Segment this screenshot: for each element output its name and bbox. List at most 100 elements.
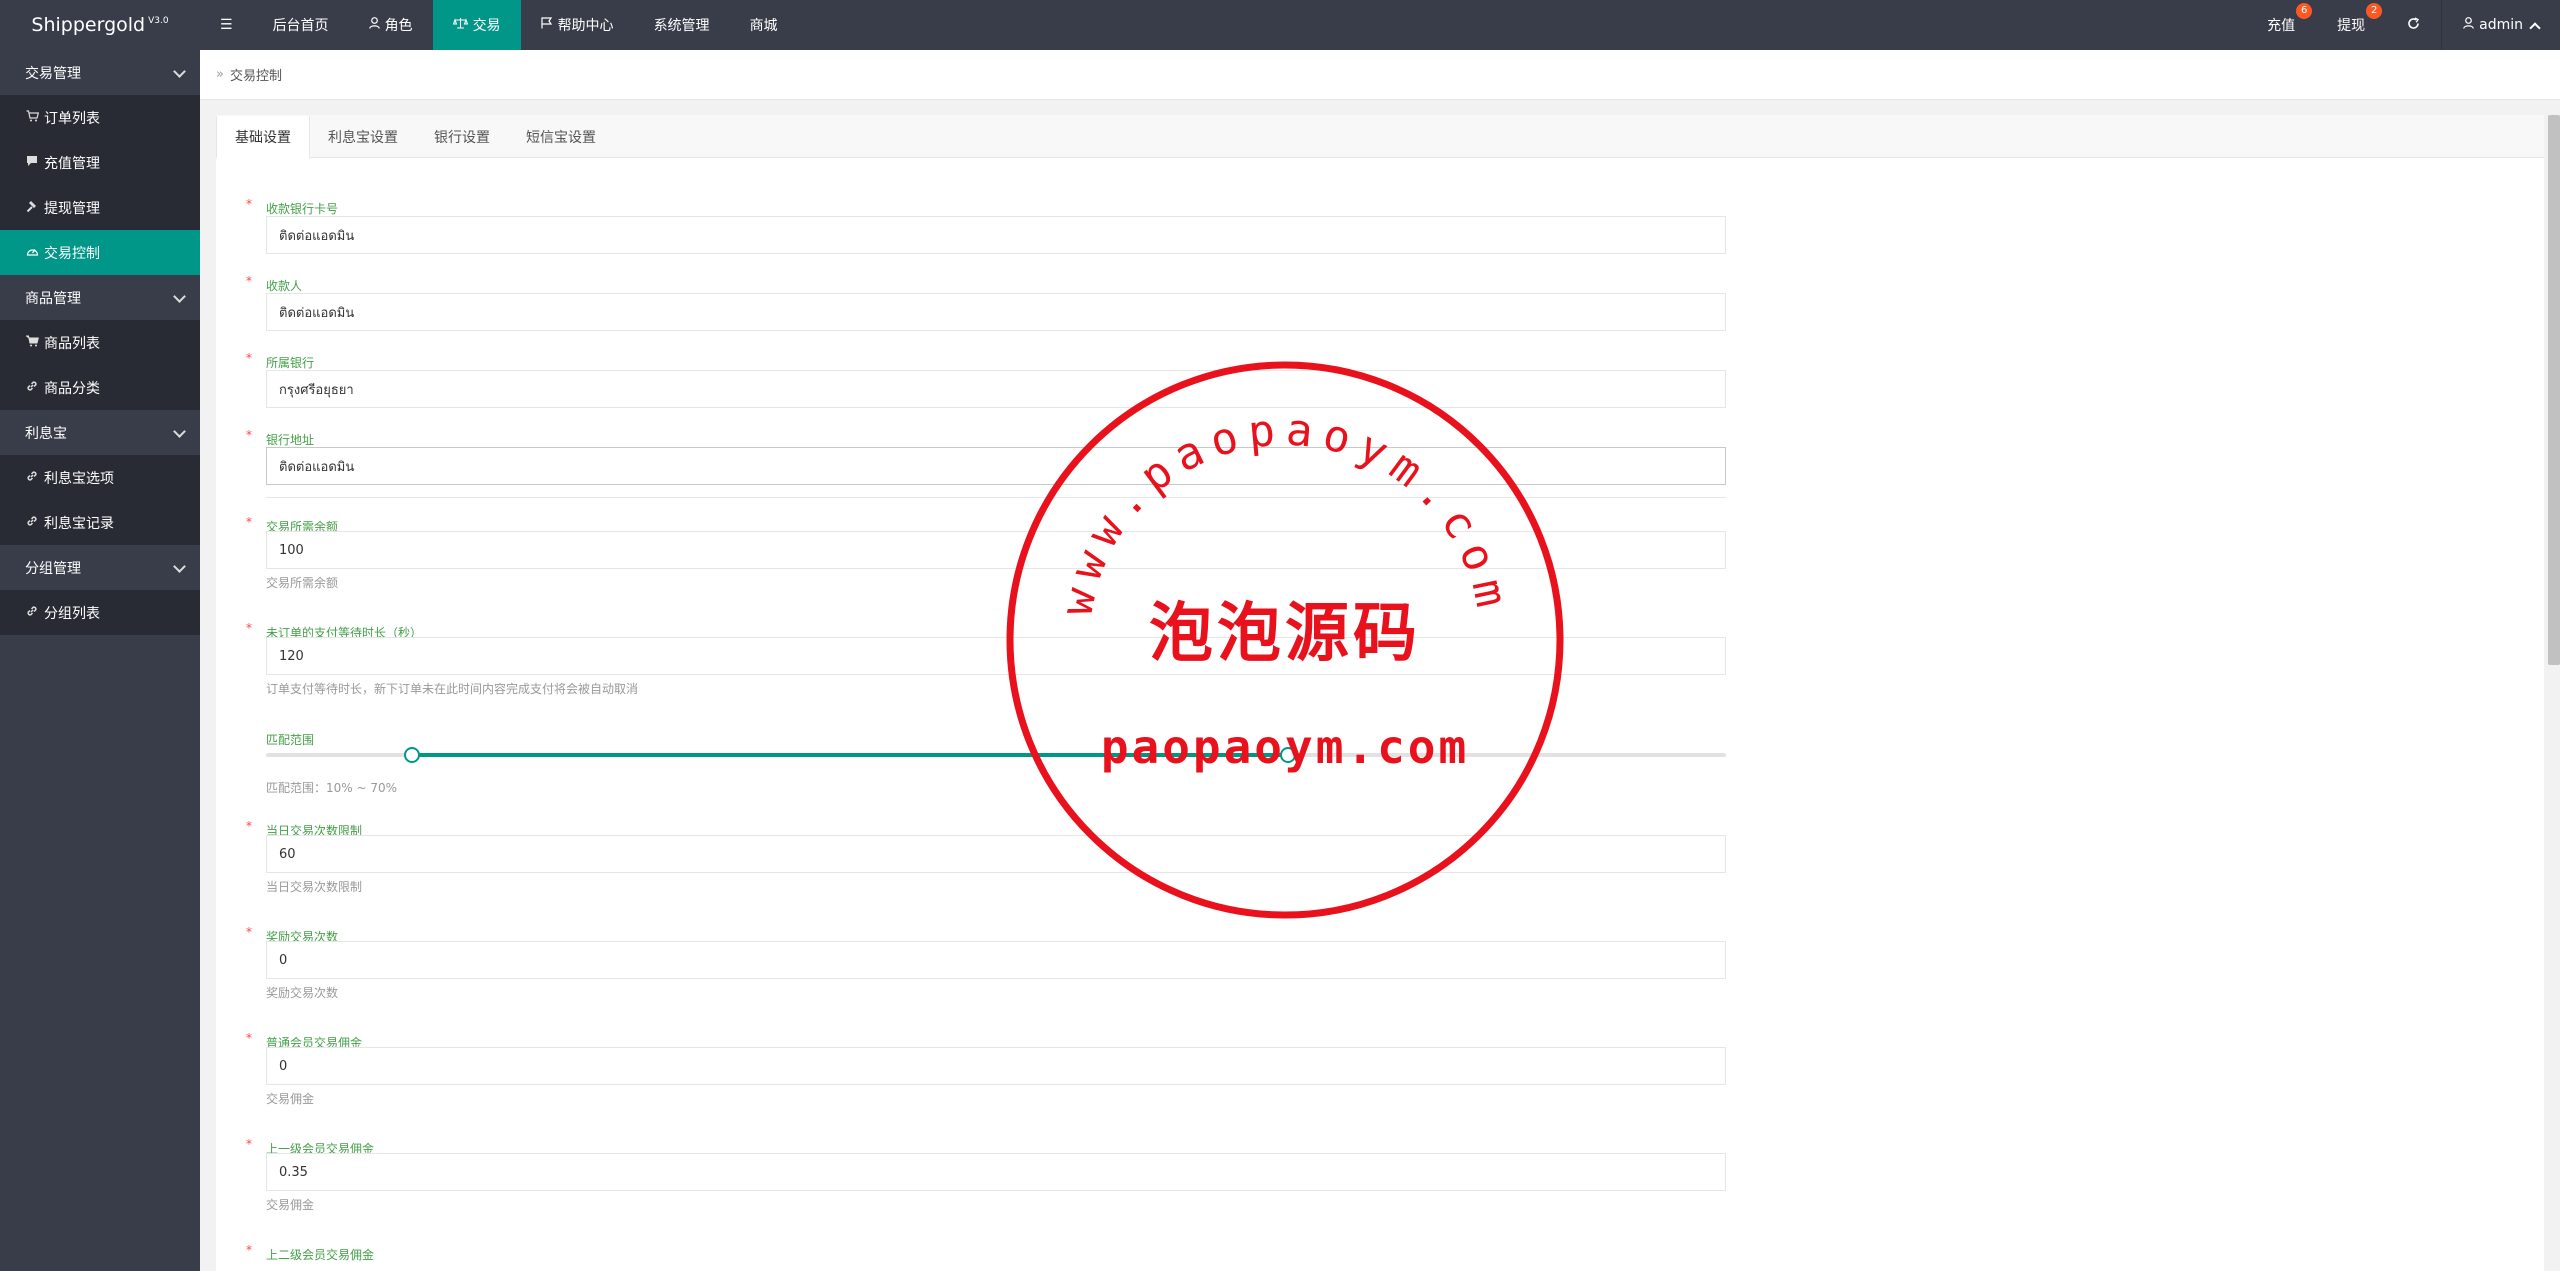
sidebar-item-label: 商品分类 [44,380,100,397]
field-payee: * 收款人 ติดต่อแอดมิน [246,274,1726,331]
nav-help[interactable]: 帮助中心 [521,0,634,50]
tab-basic-settings[interactable]: 基础设置 [216,116,310,159]
user-icon [2463,17,2474,33]
sidebar-item-label: 商品列表 [44,335,100,352]
brand-name: Shippergold [31,14,146,36]
required-mark: * [246,925,252,939]
level1-commission-input[interactable]: 0.35 [266,1153,1726,1191]
slider-handle-max[interactable] [1280,747,1296,763]
sidebar-group-label: 分组管理 [25,560,81,577]
cart-icon [24,335,39,351]
field-match-range: 匹配范围 匹配范围：10% ~ 70% [256,731,1726,795]
sidebar-item-label: 交易控制 [44,245,100,262]
field-bank-card: * 收款银行卡号 ติดต่อแอดมิน [246,197,1726,254]
sidebar-item-recharge[interactable]: 充值管理 [0,140,200,185]
sidebar-group-groups[interactable]: 分组管理 [0,545,200,590]
sidebar-item-goods-category[interactable]: 商品分类 [0,365,200,410]
brand-version: V3.0 [148,16,169,26]
tab-bank-settings[interactable]: 银行设置 [416,115,508,158]
match-range-slider[interactable] [266,747,1726,763]
nav-home[interactable]: 后台首页 [253,0,349,50]
menu-toggle-button[interactable]: ☰ [200,0,253,50]
chevron-down-icon [173,425,186,438]
field-hint: 交易佣金 [266,1198,315,1212]
payee-input[interactable]: ติดต่อแอดมิน [266,293,1726,331]
chevron-down-icon [173,560,186,573]
cart-icon [25,109,39,126]
nav-role-label: 角色 [384,18,413,34]
withdraw-badge: 2 [2366,3,2383,19]
nav-mall[interactable]: 商城 [730,0,798,50]
field-hint: 交易所需余额 [266,576,339,590]
nav-trade[interactable]: 交易 [432,0,521,50]
settings-panel: 基础设置 利息宝设置 银行设置 短信宝设置 * 收款银行卡号 ติดต่อแอดม… [216,115,2544,1271]
pay-wait-input[interactable]: 120 [266,637,1726,675]
sidebar-item-interest-records[interactable]: 利息宝记录 [0,500,200,545]
field-hint: 订单支付等待时长，新下订单未在此时间内容完成支付将会被自动取消 [266,682,639,696]
sidebar-item-group-list[interactable]: 分组列表 [0,590,200,635]
field-hint: 当日交易次数限制 [266,880,363,894]
field-label: * 收款银行卡号 [246,197,339,216]
field-reward-times: * 奖励交易次数 0 奖励交易次数 [246,925,1726,1000]
required-mark: * [246,621,252,635]
scrollbar[interactable] [2548,115,2560,665]
nav-home-label: 后台首页 [272,18,329,34]
link-icon [25,380,39,396]
bank-card-input[interactable]: ติดต่อแอดมิน [266,216,1726,254]
user-menu[interactable]: admin [2441,0,2560,50]
sidebar-group-label: 商品管理 [25,290,81,307]
sidebar-item-interest-options[interactable]: 利息宝选项 [0,455,200,500]
tab-interest-settings[interactable]: 利息宝设置 [310,115,416,158]
reward-times-input[interactable]: 0 [266,941,1726,979]
field-pay-wait: * 未订单的支付等待时长（秒） 120 订单支付等待时长，新下订单未在此时间内容完… [246,621,1726,696]
sidebar-item-label: 利息宝选项 [44,470,114,487]
field-level1-commission: * 上一级会员交易佣金 0.35 交易佣金 [246,1137,1726,1212]
divider [266,497,1726,498]
menu-icon: ☰ [220,17,233,33]
sidebar-item-goods-list[interactable]: 商品列表 [0,320,200,365]
sidebar-item-label: 订单列表 [44,110,100,127]
sidebar: 交易管理 订单列表 充值管理 提现管理 交易控制 商品管理 商品列表 商品分类 … [0,50,200,1271]
daily-limit-input[interactable]: 60 [266,835,1726,873]
sidebar-item-label: 分组列表 [44,605,100,622]
double-chevron-right-icon: » [216,67,224,82]
sidebar-group-goods[interactable]: 商品管理 [0,275,200,320]
user-icon [368,17,380,33]
sidebar-group-label: 利息宝 [25,425,67,442]
nav-mall-label: 商城 [749,18,778,34]
nav-role[interactable]: 角色 [349,0,433,50]
slider-handle-min[interactable] [404,747,420,763]
sidebar-item-withdraw[interactable]: 提现管理 [0,185,200,230]
dashboard-icon [25,245,39,261]
refresh-button[interactable] [2386,0,2441,50]
min-balance-input[interactable]: 100 [266,531,1726,569]
hammer-icon [25,200,39,216]
sidebar-group-trade[interactable]: 交易管理 [0,50,200,95]
nav-system[interactable]: 系统管理 [634,0,730,50]
field-hint: 交易佣金 [266,1092,315,1106]
breadcrumb: » 交易控制 [200,50,2560,100]
bank-address-input[interactable]: ติดต่อแอดมิน [266,447,1726,485]
normal-commission-input[interactable]: 0 [266,1047,1726,1085]
withdraw-button[interactable]: 提现 2 [2316,0,2386,50]
required-mark: * [246,1031,252,1045]
field-hint: 奖励交易次数 [266,986,339,1000]
sidebar-group-interest[interactable]: 利息宝 [0,410,200,455]
bank-input[interactable]: กรุงศรีอยุธยา [266,370,1726,408]
chat-icon [25,155,39,171]
brand-logo[interactable]: Shippergold V3.0 [0,0,200,50]
field-normal-commission: * 普通会员交易佣金 0 交易佣金 [246,1031,1726,1106]
required-mark: * [246,1243,252,1257]
refresh-icon [2407,16,2420,34]
field-label: 匹配范围 [266,733,315,747]
tab-bar: 基础设置 利息宝设置 银行设置 短信宝设置 [216,115,2544,159]
link-icon [25,470,39,486]
tab-sms-settings[interactable]: 短信宝设置 [508,115,614,158]
sidebar-item-orders[interactable]: 订单列表 [0,95,200,140]
required-mark: * [246,1137,252,1151]
chevron-up-icon [2529,22,2541,34]
sidebar-item-trade-control[interactable]: 交易控制 [0,230,200,275]
recharge-button[interactable]: 充值 6 [2246,0,2316,50]
sidebar-group-label: 交易管理 [25,65,81,82]
field-bank-address: * 银行地址 ติดต่อแอดมิน [246,428,1726,498]
